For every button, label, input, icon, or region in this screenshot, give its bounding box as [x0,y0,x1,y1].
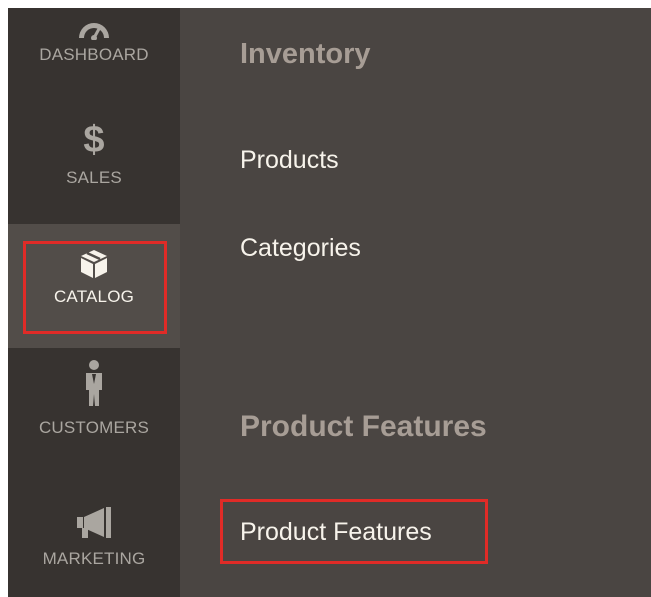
section-title-product-features: Product Features [240,410,487,443]
catalog-submenu-panel: Inventory Products Categories Product Fe… [180,8,651,597]
dollar-icon: $ [83,119,105,161]
menu-link-categories[interactable]: Categories [240,234,361,263]
nav-label-customers: CUSTOMERS [38,418,150,437]
nav-item-catalog[interactable]: CATALOG [8,224,180,348]
nav-label-catalog: CATALOG [53,287,135,306]
section-title-inventory: Inventory [240,38,371,70]
menu-link-products[interactable]: Products [240,146,339,175]
person-icon [86,360,102,406]
megaphone-icon [77,507,111,538]
nav-item-marketing[interactable]: MARKETING [8,468,180,597]
nav-item-customers[interactable]: CUSTOMERS [8,348,180,468]
box-icon [81,250,107,278]
gauge-icon [79,23,109,40]
nav-label-sales: SALES [66,168,122,187]
nav-label-dashboard: DASHBOARD [39,45,149,64]
nav-label-marketing: MARKETING [42,549,146,568]
admin-sidebar: DASHBOARD $ SALES CATALOG CUSTOMERS MARK… [8,8,180,597]
admin-menu-frame: DASHBOARD $ SALES CATALOG CUSTOMERS MARK… [8,8,651,597]
menu-link-product-features[interactable]: Product Features [240,518,432,547]
nav-item-dashboard[interactable]: DASHBOARD [8,8,180,112]
nav-item-sales[interactable]: $ SALES [8,112,180,224]
